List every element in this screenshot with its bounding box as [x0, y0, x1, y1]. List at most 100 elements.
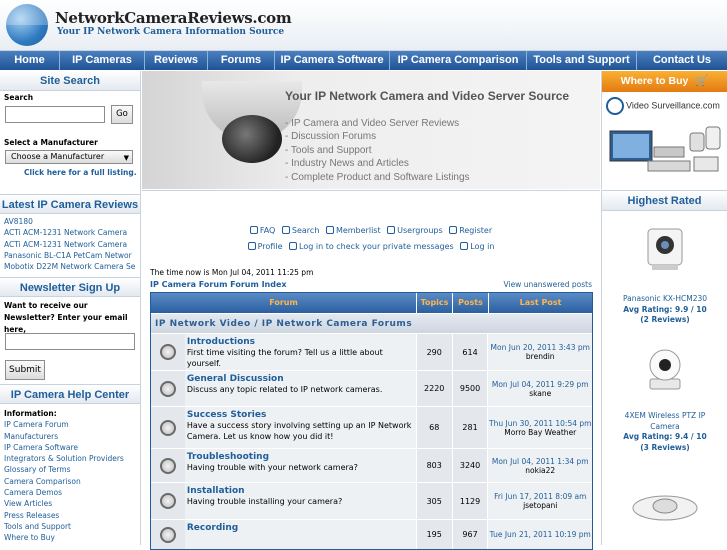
- usergroups-link[interactable]: Usergroups: [387, 226, 443, 235]
- banner-bullet: - IP Camera and Video Server Reviews: [285, 118, 460, 129]
- col-posts: Posts: [453, 293, 489, 313]
- site-header: NetworkCameraReviews.com Your IP Network…: [0, 0, 727, 51]
- forum-row: General Discussion Discuss any topic rela…: [151, 370, 592, 406]
- forum-name-link[interactable]: Success Stories: [187, 410, 414, 420]
- go-button[interactable]: Go: [111, 105, 133, 124]
- last-post-date[interactable]: Thu Jun 30, 2011 10:54 pm: [489, 419, 591, 428]
- forum-status-icon: [151, 334, 185, 370]
- camera-lens-icon: [222, 115, 282, 163]
- login-link[interactable]: Log in: [460, 242, 494, 251]
- panasonic-camera-image[interactable]: [640, 223, 690, 273]
- newsletter-submit-button[interactable]: Submit: [5, 360, 45, 380]
- nav-home[interactable]: Home: [0, 51, 60, 70]
- nav-ip-camera-software[interactable]: IP Camera Software: [275, 51, 390, 70]
- site-logo-icon[interactable]: [6, 4, 48, 46]
- nav-contact-us[interactable]: Contact Us: [637, 51, 727, 70]
- posts-count: 614: [451, 334, 488, 370]
- faq-link[interactable]: FAQ: [249, 226, 276, 235]
- video-surveillance-logo[interactable]: Video Surveillance.com: [606, 97, 727, 115]
- last-post-user[interactable]: jsetopani: [523, 501, 557, 510]
- last-post-user[interactable]: skane: [529, 389, 551, 398]
- left-sidebar: Site Search Search Go Select a Manufactu…: [0, 71, 141, 545]
- nav-ip-camera-comparison[interactable]: IP Camera Comparison: [390, 51, 527, 70]
- search-icon: [281, 226, 290, 234]
- where-to-buy-ad[interactable]: Where to Buy 🛒 Video Surveillance.com: [601, 71, 727, 189]
- newsletter-box: Want to receive our Newsletter? Enter yo…: [0, 297, 140, 384]
- profile-icon: [247, 242, 256, 250]
- faq-label: FAQ: [259, 226, 276, 235]
- product-name-link[interactable]: Panasonic KX-HCM230: [602, 294, 727, 305]
- main-nav: Home IP Cameras Reviews Forums IP Camera…: [0, 51, 727, 70]
- 4xem-ptz-camera-image[interactable]: [640, 343, 690, 393]
- nav-tools-and-support[interactable]: Tools and Support: [527, 51, 637, 70]
- review-link[interactable]: Mobotix D22M Network Camera Se: [4, 261, 136, 272]
- help-link-integrators[interactable]: Integrators & Solution Providers: [4, 453, 136, 464]
- nav-forums[interactable]: Forums: [208, 51, 275, 70]
- review-link[interactable]: ACTi ACM-1231 Network Camera: [4, 239, 136, 250]
- product-reviews-link[interactable]: (3 Reviews): [610, 443, 720, 454]
- forum-status-icon: [151, 449, 185, 482]
- last-post-date[interactable]: Mon Jul 04, 2011 9:29 pm: [492, 380, 589, 389]
- topics-count: 803: [415, 449, 452, 482]
- highest-rated-item: 4XEM Wireless PTZ IP Camera Avg Rating: …: [602, 411, 727, 453]
- nav-reviews[interactable]: Reviews: [145, 51, 208, 70]
- unanswered-posts-link[interactable]: View unanswered posts: [504, 280, 592, 289]
- last-post-date[interactable]: Mon Jul 04, 2011 1:34 pm: [492, 457, 589, 466]
- forum-status-icon: [151, 371, 185, 406]
- register-link[interactable]: Register: [449, 226, 492, 235]
- hero-banner: Your IP Network Camera and Video Server …: [142, 71, 600, 189]
- search-input[interactable]: [5, 106, 105, 123]
- product-name-link[interactable]: 4XEM Wireless PTZ IP Camera: [610, 411, 720, 432]
- forum-name-link[interactable]: Recording: [187, 523, 414, 533]
- search-link[interactable]: Search: [281, 226, 319, 235]
- forum-index-link[interactable]: IP Camera Forum Forum Index: [150, 280, 287, 289]
- last-post-date[interactable]: Tue Jun 21, 2011 10:19 pm: [490, 530, 591, 539]
- forum-name-link[interactable]: General Discussion: [187, 374, 414, 384]
- product-reviews-link[interactable]: (2 Reviews): [602, 315, 727, 326]
- private-messages-link[interactable]: Log in to check your private messages: [289, 242, 454, 251]
- profile-link[interactable]: Profile: [247, 242, 282, 251]
- where-to-buy-banner[interactable]: Where to Buy 🛒: [602, 71, 727, 92]
- help-link-comparison[interactable]: Camera Comparison: [4, 476, 136, 487]
- last-post-date[interactable]: Fri Jun 17, 2011 8:09 am: [494, 492, 586, 501]
- last-post-date[interactable]: Mon Jun 20, 2011 3:43 pm: [491, 343, 590, 352]
- review-link[interactable]: ACTi ACM-1231 Network Camera: [4, 227, 136, 238]
- forum-name-link[interactable]: Troubleshooting: [187, 452, 414, 462]
- forum-table-header: Forum Topics Posts Last Post: [151, 293, 592, 313]
- last-post-user[interactable]: brendin: [526, 352, 555, 361]
- manufacturer-select[interactable]: Choose a Manufacturer ▼: [5, 150, 133, 164]
- help-link-press[interactable]: Press Releases: [4, 510, 136, 521]
- last-post-user[interactable]: nokia22: [525, 466, 555, 475]
- usergroups-label: Usergroups: [397, 226, 443, 235]
- help-link-articles[interactable]: View Articles: [4, 498, 136, 509]
- forum-category[interactable]: IP Network Video / IP Network Camera For…: [151, 313, 592, 333]
- forum-name-link[interactable]: Installation: [187, 486, 414, 496]
- site-name[interactable]: NetworkCameraReviews.com: [55, 9, 292, 27]
- help-link-software[interactable]: IP Camera Software: [4, 442, 136, 453]
- information-label: Information:: [4, 409, 57, 418]
- forum-top-links: FAQ Search Memberlist Usergroups Registe…: [142, 223, 600, 255]
- forum-name-link[interactable]: Introductions: [187, 337, 414, 347]
- help-link-manufacturers[interactable]: Manufacturers: [4, 431, 136, 442]
- help-link-glossary[interactable]: Glossary of Terms: [4, 464, 136, 475]
- product-rating: Avg Rating: 9.9 / 10: [623, 304, 707, 314]
- usergroups-icon: [387, 226, 396, 234]
- help-link-forum[interactable]: IP Camera Forum: [4, 419, 136, 430]
- col-forum: Forum: [151, 293, 417, 313]
- review-link[interactable]: Panasonic BL-C1A PetCam Networ: [4, 250, 136, 261]
- newsletter-email-input[interactable]: [5, 333, 135, 350]
- review-link[interactable]: AV8180: [4, 216, 136, 227]
- newsletter-prompt: Want to receive our Newsletter? Enter yo…: [4, 301, 128, 334]
- help-link-demos[interactable]: Camera Demos: [4, 487, 136, 498]
- posts-count: 9500: [451, 371, 488, 406]
- full-listing-link[interactable]: Click here for a full listing.: [24, 168, 137, 177]
- forum-row: Introductions First time visiting the for…: [151, 333, 592, 370]
- dome-camera-product-image[interactable]: [630, 481, 700, 531]
- nav-ip-cameras[interactable]: IP Cameras: [60, 51, 145, 70]
- memberlist-link[interactable]: Memberlist: [325, 226, 381, 235]
- login-label: Log in: [470, 242, 495, 251]
- help-link-tools[interactable]: Tools and Support: [4, 521, 136, 532]
- help-link-where-to-buy[interactable]: Where to Buy: [4, 532, 136, 543]
- last-post-user[interactable]: Morro Bay Weather: [504, 428, 576, 437]
- forum-status-icon: [151, 483, 185, 519]
